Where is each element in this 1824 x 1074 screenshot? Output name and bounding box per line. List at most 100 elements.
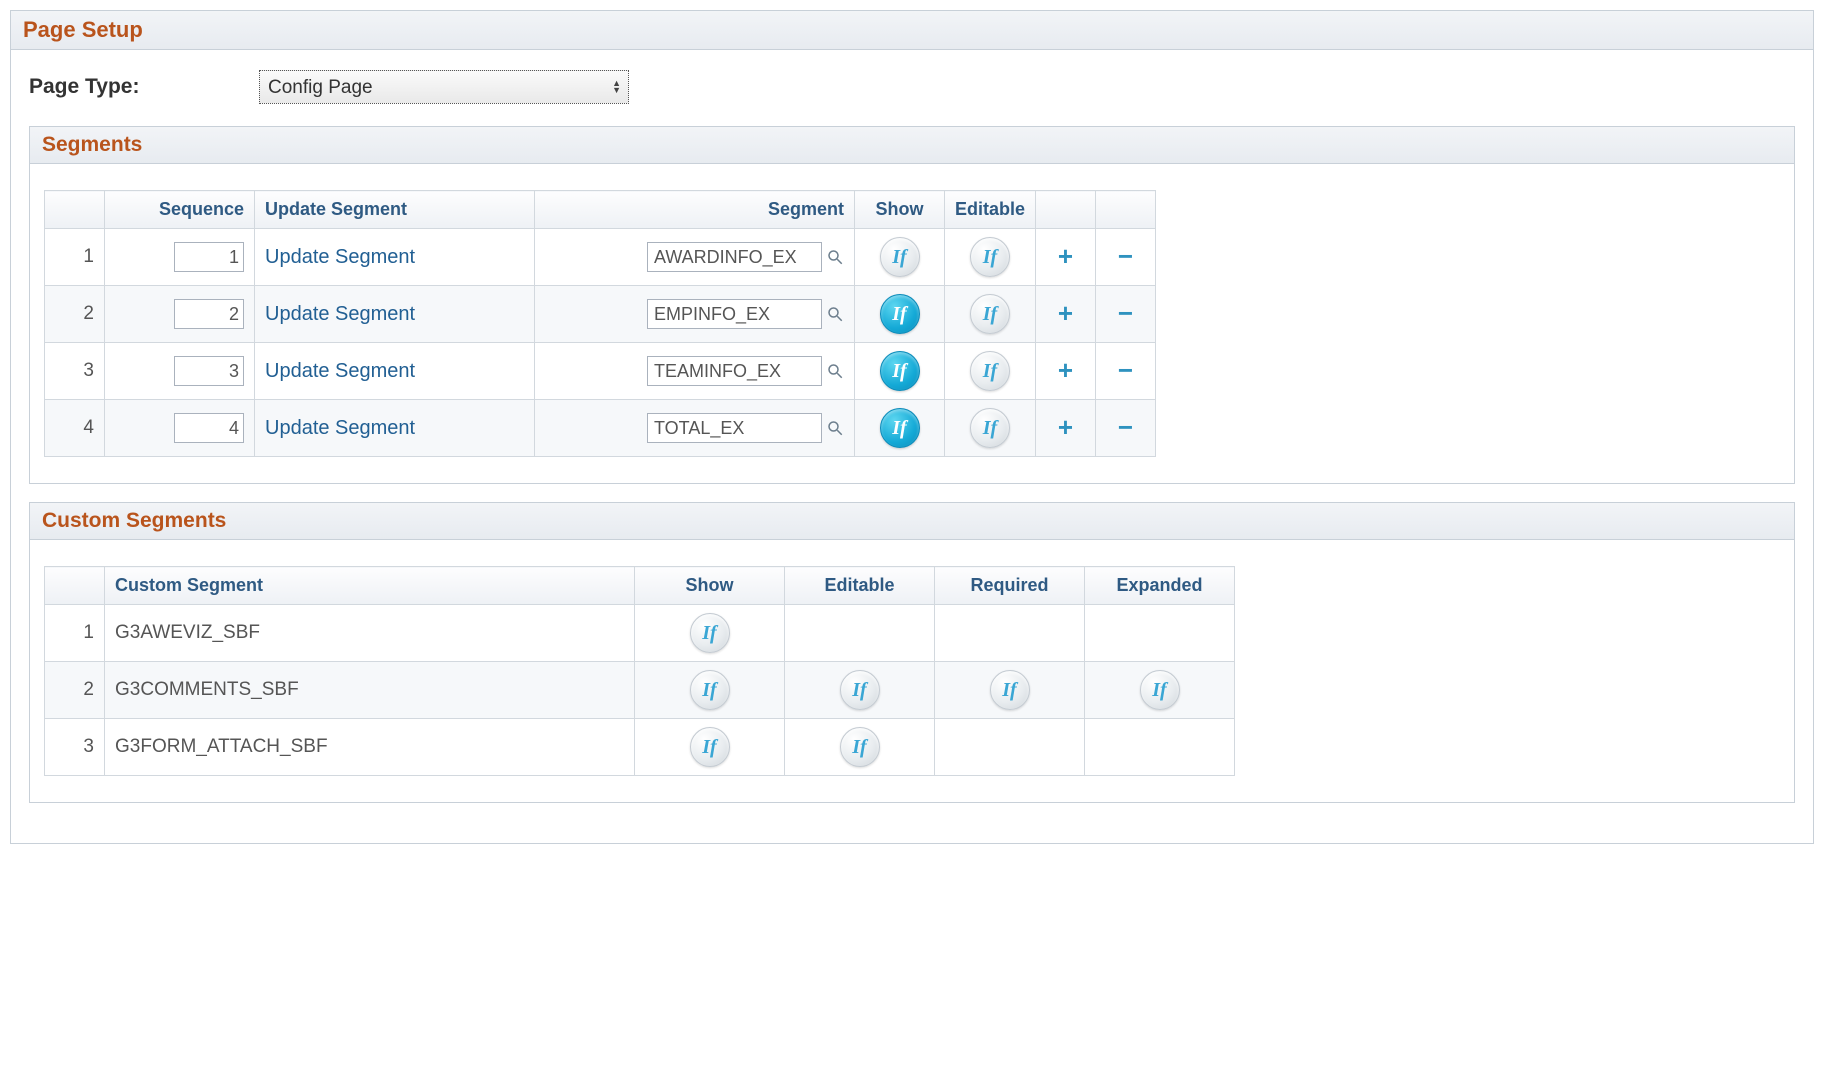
show-cell: If (855, 343, 945, 400)
table-row: 1G3AWEVIZ_SBF If (45, 605, 1235, 662)
segment-cell (535, 400, 855, 457)
custom-segment-name: G3AWEVIZ_SBF (105, 605, 635, 662)
sequence-cell (105, 400, 255, 457)
segment-input[interactable] (647, 356, 822, 386)
row-number: 1 (45, 605, 105, 662)
minus-icon[interactable]: − (1118, 414, 1133, 440)
if-condition-icon[interactable]: If (1140, 670, 1180, 710)
minus-icon[interactable]: − (1118, 300, 1133, 326)
update-segment-link[interactable]: Update Segment (265, 360, 415, 382)
editable-cell: If (785, 719, 935, 776)
add-row-cell: + (1036, 343, 1096, 400)
table-row: 2G3COMMENTS_SBF If If If If (45, 662, 1235, 719)
row-number: 4 (45, 400, 105, 457)
segments-header-remove (1096, 191, 1156, 229)
required-cell (935, 605, 1085, 662)
expanded-cell (1085, 719, 1235, 776)
editable-cell (785, 605, 935, 662)
custom-header-show: Show (635, 567, 785, 605)
if-condition-icon[interactable]: If (880, 408, 920, 448)
table-row: 1 Update Segment If If + − (45, 229, 1156, 286)
if-condition-icon[interactable]: If (880, 237, 920, 277)
page-setup-panel: Page Setup Page Type: Config Page ▲▼ Seg… (10, 10, 1814, 844)
segments-header-blank (45, 191, 105, 229)
segment-cell (535, 286, 855, 343)
plus-icon[interactable]: + (1058, 243, 1073, 269)
sequence-input[interactable] (174, 242, 244, 272)
magnifier-icon[interactable] (826, 419, 844, 437)
custom-segments-grid: Custom Segment Show Editable Required Ex… (44, 566, 1235, 776)
segments-header-update: Update Segment (255, 191, 535, 229)
show-cell: If (635, 719, 785, 776)
sequence-cell (105, 343, 255, 400)
show-cell: If (635, 662, 785, 719)
editable-cell: If (945, 343, 1036, 400)
required-cell (935, 719, 1085, 776)
remove-row-cell: − (1096, 286, 1156, 343)
table-row: 3Update SegmentIfIf+− (45, 343, 1156, 400)
update-segment-link[interactable]: Update Segment (265, 417, 415, 439)
add-row-cell: + (1036, 229, 1096, 286)
show-cell: If (855, 400, 945, 457)
segment-cell (535, 343, 855, 400)
segments-grid: Sequence Update Segment Segment Show Edi… (44, 190, 1156, 457)
segment-cell (535, 229, 855, 286)
show-cell: If (855, 229, 945, 286)
table-row: 4 Update Segment If If + − (45, 400, 1156, 457)
plus-icon[interactable]: + (1058, 357, 1073, 383)
if-condition-icon[interactable]: If (690, 670, 730, 710)
sequence-input[interactable] (174, 413, 244, 443)
if-condition-icon[interactable]: If (840, 670, 880, 710)
if-condition-icon[interactable]: If (880, 294, 920, 334)
update-segment-cell: Update Segment (255, 286, 535, 343)
segment-input[interactable] (647, 413, 822, 443)
update-segment-link[interactable]: Update Segment (265, 303, 415, 325)
row-number: 2 (45, 662, 105, 719)
magnifier-icon[interactable] (826, 248, 844, 266)
sequence-input[interactable] (174, 356, 244, 386)
if-condition-icon[interactable]: If (970, 351, 1010, 391)
editable-cell: If (945, 400, 1036, 457)
add-row-cell: + (1036, 286, 1096, 343)
segments-header-add (1036, 191, 1096, 229)
if-condition-icon[interactable]: If (880, 351, 920, 391)
segment-input[interactable] (647, 299, 822, 329)
remove-row-cell: − (1096, 343, 1156, 400)
plus-icon[interactable]: + (1058, 300, 1073, 326)
magnifier-icon[interactable] (826, 305, 844, 323)
custom-segment-name: G3COMMENTS_SBF (105, 662, 635, 719)
plus-icon[interactable]: + (1058, 414, 1073, 440)
editable-cell: If (785, 662, 935, 719)
segment-input[interactable] (647, 242, 822, 272)
if-condition-icon[interactable]: If (690, 613, 730, 653)
minus-icon[interactable]: − (1118, 357, 1133, 383)
magnifier-icon[interactable] (826, 362, 844, 380)
if-condition-icon[interactable]: If (970, 294, 1010, 334)
update-segment-link[interactable]: Update Segment (265, 246, 415, 268)
page-type-row: Page Type: Config Page ▲▼ (29, 70, 1795, 104)
remove-row-cell: − (1096, 229, 1156, 286)
required-cell: If (935, 662, 1085, 719)
page-setup-title: Page Setup (11, 11, 1813, 50)
custom-header-blank (45, 567, 105, 605)
page-setup-body: Page Type: Config Page ▲▼ Segments Sequ (11, 50, 1813, 843)
remove-row-cell: − (1096, 400, 1156, 457)
if-condition-icon[interactable]: If (690, 727, 730, 767)
if-condition-icon[interactable]: If (970, 408, 1010, 448)
page-type-select-wrap: Config Page ▲▼ (259, 70, 629, 104)
sequence-cell (105, 229, 255, 286)
sequence-input[interactable] (174, 299, 244, 329)
page-type-label: Page Type: (29, 75, 259, 99)
custom-segment-name: G3FORM_ATTACH_SBF (105, 719, 635, 776)
page-type-select[interactable]: Config Page (259, 70, 629, 104)
if-condition-icon[interactable]: If (990, 670, 1030, 710)
segments-panel: Segments Sequence Update Segment Segment… (29, 126, 1795, 484)
row-number: 1 (45, 229, 105, 286)
update-segment-cell: Update Segment (255, 229, 535, 286)
if-condition-icon[interactable]: If (840, 727, 880, 767)
custom-header-name: Custom Segment (105, 567, 635, 605)
minus-icon[interactable]: − (1118, 243, 1133, 269)
table-row: 2Update SegmentIfIf+− (45, 286, 1156, 343)
custom-segments-title: Custom Segments (30, 503, 1794, 540)
if-condition-icon[interactable]: If (970, 237, 1010, 277)
